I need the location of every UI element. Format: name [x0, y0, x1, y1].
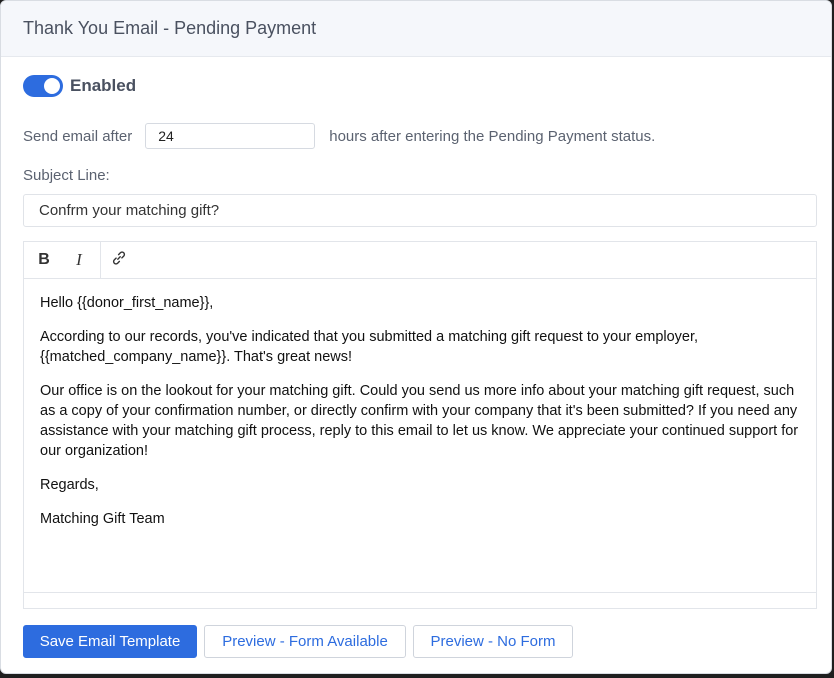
editor-content[interactable]: Hello {{donor_first_name}}, According to…	[24, 279, 816, 557]
preview-no-form-button[interactable]: Preview - No Form	[413, 625, 573, 658]
enabled-toggle-row: Enabled	[23, 75, 136, 97]
send-delay-prefix: Send email after	[23, 127, 133, 145]
body-paragraph: Hello {{donor_first_name}},	[40, 295, 214, 311]
body-paragraph: Matching Gift Team	[40, 511, 165, 527]
send-delay-row: Send email after hours after entering th…	[23, 123, 655, 149]
enabled-toggle[interactable]	[23, 75, 63, 97]
subject-line-input[interactable]	[23, 194, 817, 227]
subject-line-label: Subject Line:	[23, 167, 110, 184]
body-paragraph: According to our records, you've indicat…	[40, 329, 699, 365]
toggle-knob	[44, 78, 60, 94]
action-buttons: Save Email Template Preview - Form Avail…	[23, 625, 573, 658]
card-title: Thank You Email - Pending Payment	[23, 18, 317, 38]
editor-footer-divider	[24, 592, 816, 593]
link-button[interactable]	[101, 242, 137, 278]
preview-form-available-button[interactable]: Preview - Form Available	[204, 625, 406, 658]
email-template-card: Thank You Email - Pending Payment Enable…	[0, 0, 832, 674]
email-body-editor: B I Hello {{donor_first_name}}, Accordin…	[23, 241, 817, 609]
body-paragraph: Our office is on the lookout for your ma…	[40, 383, 799, 459]
italic-button[interactable]: I	[64, 242, 94, 278]
enabled-label: Enabled	[70, 76, 137, 95]
editor-toolbar: B I	[24, 242, 816, 279]
bold-button[interactable]: B	[24, 242, 64, 278]
hours-input[interactable]	[145, 123, 316, 149]
send-delay-suffix: hours after entering the Pending Payment…	[329, 127, 656, 145]
card-header: Thank You Email - Pending Payment	[1, 1, 831, 57]
save-email-template-button[interactable]: Save Email Template	[23, 625, 197, 658]
body-paragraph: Regards,	[40, 477, 99, 493]
link-icon	[111, 250, 127, 271]
